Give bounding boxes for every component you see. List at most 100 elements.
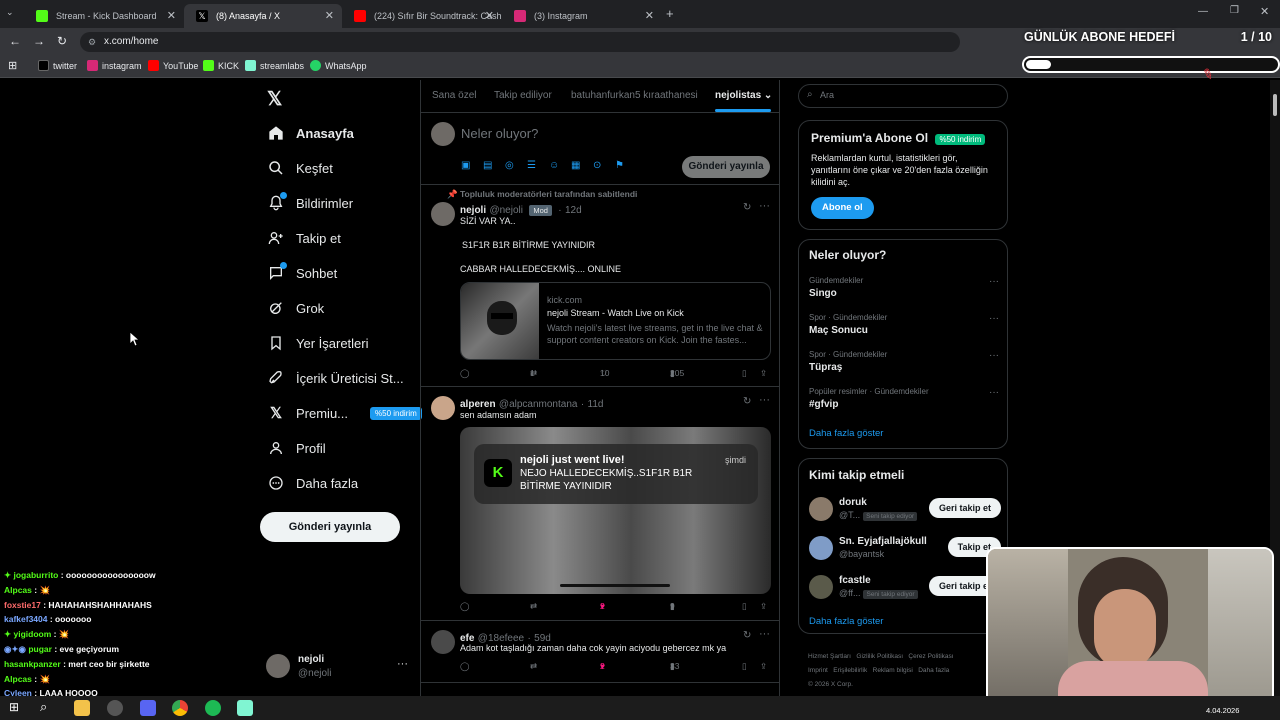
close-tab-icon[interactable]: ✕ <box>645 9 654 22</box>
trend-item[interactable]: Spor · Gündemdekiler Tüpraş ··· <box>809 350 999 373</box>
nav-profile[interactable]: Profil <box>268 440 326 456</box>
nav-chat[interactable]: Sohbet <box>268 262 337 281</box>
follow-suggestion[interactable]: Sn. Eyjafjallajökull @bayantsk Takip et <box>809 534 1001 564</box>
gif-icon[interactable]: ▤ <box>483 160 492 171</box>
grok-icon[interactable]: ◎ <box>505 160 514 171</box>
scrollbar-thumb[interactable] <box>1273 94 1277 116</box>
tab-x-home[interactable]: 𝕏 (8) Anasayfa / X ✕ <box>184 4 342 28</box>
schedule-icon[interactable]: ▦ <box>571 160 580 171</box>
nav-premium[interactable]: 𝕏 Premiu... %50 indirim <box>268 405 422 422</box>
footer-link[interactable]: Gizlilik Politikası <box>856 653 903 660</box>
location-icon[interactable]: ⊙ <box>593 160 601 171</box>
file-explorer-icon[interactable] <box>74 700 90 716</box>
apps-grid-icon[interactable]: ⊞ <box>8 59 17 72</box>
nav-bookmarks[interactable]: Yer İşaretleri <box>268 335 369 351</box>
media-icon[interactable]: ▣ <box>461 160 470 171</box>
back-icon[interactable]: ← <box>9 34 21 48</box>
tab-for-you[interactable]: Sana özel <box>432 90 476 101</box>
tab-nejolistas[interactable]: nejolistas ⌄ <box>715 90 772 101</box>
obs-icon[interactable] <box>107 700 123 716</box>
bookmark-streamlabs[interactable]: streamlabs <box>245 60 304 71</box>
bookmark-youtube[interactable]: YouTube <box>148 60 198 71</box>
search-input[interactable]: ⌕ Ara <box>798 84 1008 108</box>
windows-start-icon[interactable]: ⊞ <box>9 700 19 714</box>
subscribe-button[interactable]: Abone ol <box>811 197 874 219</box>
post-button[interactable]: Gönderi yayınla <box>260 512 400 542</box>
tab-youtube[interactable]: (224) Sıfır Bir Soundtrack: Cash ✕ <box>342 4 502 28</box>
more-icon[interactable]: ··· <box>989 313 999 324</box>
new-tab-icon[interactable]: + <box>666 6 674 21</box>
nav-label: Profil <box>296 440 326 456</box>
search-icon[interactable]: ⌕ <box>40 699 47 715</box>
trend-item[interactable]: Spor · Gündemdekiler Maç Sonucu ··· <box>809 313 999 336</box>
poll-icon[interactable]: ☰ <box>527 160 536 171</box>
site-info-icon[interactable]: ⚙ <box>88 32 96 52</box>
nav-home[interactable]: Anasayfa <box>268 125 354 141</box>
close-window-icon[interactable]: ✕ <box>1260 5 1269 18</box>
tweet[interactable]: nejoli @nejoli Mod · 12d ↻ ··· SİZİ VAR … <box>421 200 779 386</box>
footer-link[interactable]: Hizmet Şartları <box>808 653 851 660</box>
nav-notifications[interactable]: Bildirimler <box>268 192 353 211</box>
grok-icon[interactable]: ↻ <box>743 396 751 407</box>
bookmark-instagram[interactable]: instagram <box>87 60 142 71</box>
bookmark-kick[interactable]: KICK <box>203 60 239 71</box>
nav-follow[interactable]: Takip et <box>268 230 341 246</box>
footer-link[interactable]: Erişilebilirlik <box>833 667 867 674</box>
more-icon[interactable]: ··· <box>989 387 999 398</box>
nav-grok[interactable]: Grok <box>268 300 324 316</box>
follow-back-button[interactable]: Geri takip et <box>928 498 1001 518</box>
follow-suggestion[interactable]: doruk @T... Seni takip ediyor Geri takip … <box>809 495 1001 525</box>
flag-icon[interactable]: ⚑ <box>615 160 624 171</box>
close-tab-icon[interactable]: ✕ <box>167 9 176 22</box>
tweet[interactable]: alperen @alpcanmontana · 11d ↻ ··· sen a… <box>421 394 779 614</box>
compose-input[interactable]: Neler oluyor? <box>461 126 538 141</box>
restore-icon[interactable]: ❐ <box>1230 5 1239 16</box>
footer-link[interactable]: Daha fazla <box>918 667 949 674</box>
more-icon[interactable]: ··· <box>989 276 999 287</box>
more-icon[interactable]: ··· <box>759 200 770 212</box>
account-switcher[interactable]: nejoli @nejoli ··· <box>266 654 410 682</box>
footer-link[interactable]: Reklam bilgisi <box>873 667 913 674</box>
streamlabs-icon[interactable] <box>237 700 253 716</box>
close-tab-icon[interactable]: ✕ <box>485 9 494 22</box>
follow-suggestion[interactable]: fcastle @ff... Seni takip ediyor Geri tak… <box>809 573 1001 603</box>
nav-explore[interactable]: Keşfet <box>268 160 333 176</box>
tab-kick-dashboard[interactable]: Stream - Kick Dashboard ✕ <box>24 4 184 28</box>
bookmark-whatsapp[interactable]: WhatsApp <box>310 60 367 71</box>
tab-search-button[interactable]: ⌄ <box>6 7 14 18</box>
tweet-image[interactable]: K nejoli just went live! NEJO HALLEDECEK… <box>460 427 771 594</box>
footer-link[interactable]: Imprint <box>808 667 828 674</box>
tab-community[interactable]: batuhanfurkan5 kıraathanesi <box>571 90 698 101</box>
discord-icon[interactable] <box>140 700 156 716</box>
show-more-link[interactable]: Daha fazla göster <box>809 616 883 627</box>
tab-following[interactable]: Takip ediliyor <box>494 90 552 101</box>
grok-icon[interactable]: ↻ <box>743 202 751 213</box>
nav-creator-studio[interactable]: İçerik Üreticisi St... <box>268 370 404 386</box>
minimize-icon[interactable]: — <box>1198 6 1208 17</box>
more-icon[interactable]: ··· <box>989 350 999 361</box>
spotify-icon[interactable] <box>205 700 221 716</box>
forward-icon[interactable]: → <box>33 34 45 48</box>
link-card[interactable]: kick.com nejoli Stream - Watch Live on K… <box>460 282 771 360</box>
x-logo-icon[interactable]: 𝕏 <box>267 88 282 111</box>
close-tab-icon[interactable]: ✕ <box>325 9 334 22</box>
nav-more[interactable]: Daha fazla <box>268 475 358 491</box>
show-more-link[interactable]: Daha fazla göster <box>809 428 883 439</box>
more-icon[interactable]: ··· <box>759 394 770 406</box>
compose-post-button[interactable]: Gönderi yayınla <box>682 156 770 178</box>
bookmark-twitter[interactable]: twitter <box>38 60 77 71</box>
tweet[interactable]: efe @18efeee · 59d ↻ ··· Adam kot taşlad… <box>421 628 779 678</box>
chrome-icon[interactable] <box>172 700 188 716</box>
trend-item[interactable]: Gündemdekiler Singo ··· <box>809 276 999 299</box>
footer-link[interactable]: Çerez Politikası <box>908 653 953 660</box>
grok-icon[interactable]: ↻ <box>743 630 751 641</box>
reload-icon[interactable]: ↻ <box>57 34 67 48</box>
avatar <box>431 396 455 420</box>
url-input[interactable]: ⚙ x.com/home <box>80 32 960 52</box>
more-icon[interactable]: ··· <box>759 628 770 640</box>
more-icon[interactable]: ··· <box>397 658 408 670</box>
goal-count: 1 / 10 <box>1240 30 1272 44</box>
emoji-icon[interactable]: ☺ <box>549 160 559 171</box>
trend-item[interactable]: Popüler resimler · Gündemdekiler #gfvip ··… <box>809 387 999 410</box>
tab-instagram[interactable]: (3) Instagram ✕ <box>502 4 662 28</box>
